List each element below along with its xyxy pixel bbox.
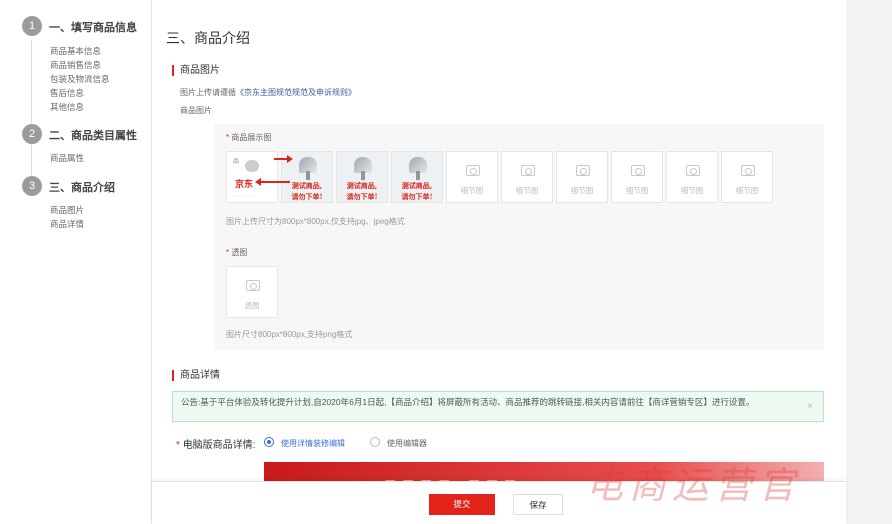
camera-icon (521, 165, 535, 176)
detail-image-slot[interactable]: 细节图 (556, 151, 608, 203)
required-mark: * (226, 248, 230, 257)
test-product-text: 测试商品, (346, 181, 378, 190)
main-content: 三、商品介绍 商品图片 图片上传请遵循《京东主图规范规范及申诉规则》 商品图片 … (152, 0, 846, 524)
test-product-text: 请勿下单! (346, 192, 378, 201)
step-link-other-info[interactable]: 其他信息 (50, 101, 84, 113)
product-photo (354, 157, 372, 180)
test-product-text: 请勿下单! (401, 192, 433, 201)
image-rule-prefix: 图片上传请遵循 (180, 88, 236, 97)
arrow-right-icon (274, 155, 293, 163)
detail-image-slot[interactable]: 细节图 (446, 151, 498, 203)
product-photo (409, 157, 427, 180)
camera-icon (631, 165, 645, 176)
product-image-slot[interactable]: 测试商品, 请勿下单! (391, 151, 443, 203)
transparent-image-slot[interactable]: 透图 (226, 266, 278, 318)
arrow-left-icon (255, 178, 290, 186)
image-rule-link[interactable]: 《京东主图规范规范及申诉规则》 (236, 88, 356, 97)
step-number: 2 (22, 124, 42, 144)
slot-label: 细节图 (460, 186, 484, 195)
step-link-sales-info[interactable]: 商品销售信息 (50, 59, 101, 71)
step-title: 一、填写商品信息 (49, 22, 137, 34)
jd-logo: 京东 (235, 179, 254, 189)
detail-image-slot[interactable]: 细节图 (666, 151, 718, 203)
transparent-image-hint: 图片尺寸800px*800px,支持png格式 (226, 330, 353, 339)
pc-detail-row: * 电脑版商品详情: (176, 436, 255, 451)
detail-image-slot[interactable]: 细节图 (501, 151, 553, 203)
camera-icon (686, 165, 700, 176)
camera-icon (246, 280, 260, 291)
radio-editor-label[interactable]: 使用编辑器 (387, 438, 427, 449)
details-section-heading: 商品详情 (172, 370, 220, 381)
main-image-slot[interactable]: 品 京东 ··· ··· ··· (226, 151, 278, 203)
required-mark: * (226, 133, 230, 142)
radio-detail-decor-label[interactable]: 使用详情装修编辑 (281, 438, 345, 449)
image-upload-panel: * 商品展示图 品 京东 ··· ··· ··· 测试商品, 请勿下单! 测试商… (214, 124, 824, 350)
watermark: 电商运营官 (586, 464, 801, 507)
product-photo (299, 157, 317, 180)
step-title: 三、商品介绍 (49, 182, 115, 194)
step-connector (31, 140, 32, 176)
page-gutter (846, 0, 892, 524)
step-link-logistics-info[interactable]: 包装及物流信息 (50, 73, 110, 85)
test-product-text: 请勿下单! (291, 192, 323, 201)
pc-detail-label: 电脑版商品详情: (182, 440, 256, 451)
step-link-images[interactable]: 商品图片 (50, 204, 84, 216)
slot-label: 细节图 (570, 186, 594, 195)
step-link-basic-info[interactable]: 商品基本信息 (50, 45, 101, 57)
notice-banner: 公告:基于平台体验及转化提升计划,自2020年6月1日起,【商品介绍】将屏蔽所有… (172, 391, 824, 422)
close-icon[interactable]: × (807, 401, 813, 412)
camera-icon (466, 165, 480, 176)
step-link-attributes[interactable]: 商品属性 (50, 152, 84, 164)
camera-icon (576, 165, 590, 176)
product-images-label: 商品图片 (180, 106, 212, 115)
slot-label: 细节图 (625, 186, 649, 195)
radio-editor[interactable] (370, 437, 380, 447)
detail-image-slot[interactable]: 细节图 (721, 151, 773, 203)
step-link-details[interactable]: 商品详情 (50, 218, 84, 230)
page-title: 三、商品介绍 (166, 30, 250, 46)
step-number: 3 (22, 176, 42, 196)
required-mark: * (176, 440, 180, 451)
test-product-text: 测试商品, (401, 181, 433, 190)
display-images-label: * 商品展示图 (226, 132, 271, 143)
image-caption: ··· ··· ··· (235, 194, 253, 200)
slot-label: 透图 (244, 301, 260, 310)
display-images-label-text: 商品展示图 (231, 133, 272, 142)
image-rule-text: 图片上传请遵循《京东主图规范规范及申诉规则》 (180, 87, 356, 98)
radio-detail-decor[interactable] (264, 437, 274, 447)
submit-button[interactable]: 提交 (429, 494, 495, 515)
product-photo (245, 160, 259, 172)
step-navigation: 1 一、填写商品信息 商品基本信息 商品销售信息 包装及物流信息 售后信息 其他… (0, 0, 152, 524)
product-image-slot[interactable]: 测试商品, 请勿下单! (336, 151, 388, 203)
step-title: 二、商品类目属性 (49, 130, 137, 142)
save-button[interactable]: 保存 (513, 494, 563, 515)
step-number: 1 (22, 16, 42, 36)
notice-text: 公告:基于平台体验及转化提升计划,自2020年6月1日起,【商品介绍】将屏蔽所有… (181, 397, 755, 407)
step-link-aftersale-info[interactable]: 售后信息 (50, 87, 84, 99)
transparent-image-label-text: 透图 (231, 248, 248, 257)
image-thumb-mark: 品 (233, 159, 240, 165)
images-section-heading: 商品图片 (172, 65, 220, 76)
camera-icon (741, 165, 755, 176)
slot-label: 细节图 (515, 186, 539, 195)
transparent-image-label: * 透图 (226, 247, 247, 258)
step-connector (31, 40, 32, 124)
slot-label: 细节图 (735, 186, 759, 195)
slot-label: 细节图 (680, 186, 704, 195)
display-images-hint: 图片上传尺寸为800px*800px,仅支持jpg、jpeg格式 (226, 217, 405, 226)
detail-image-slot[interactable]: 细节图 (611, 151, 663, 203)
